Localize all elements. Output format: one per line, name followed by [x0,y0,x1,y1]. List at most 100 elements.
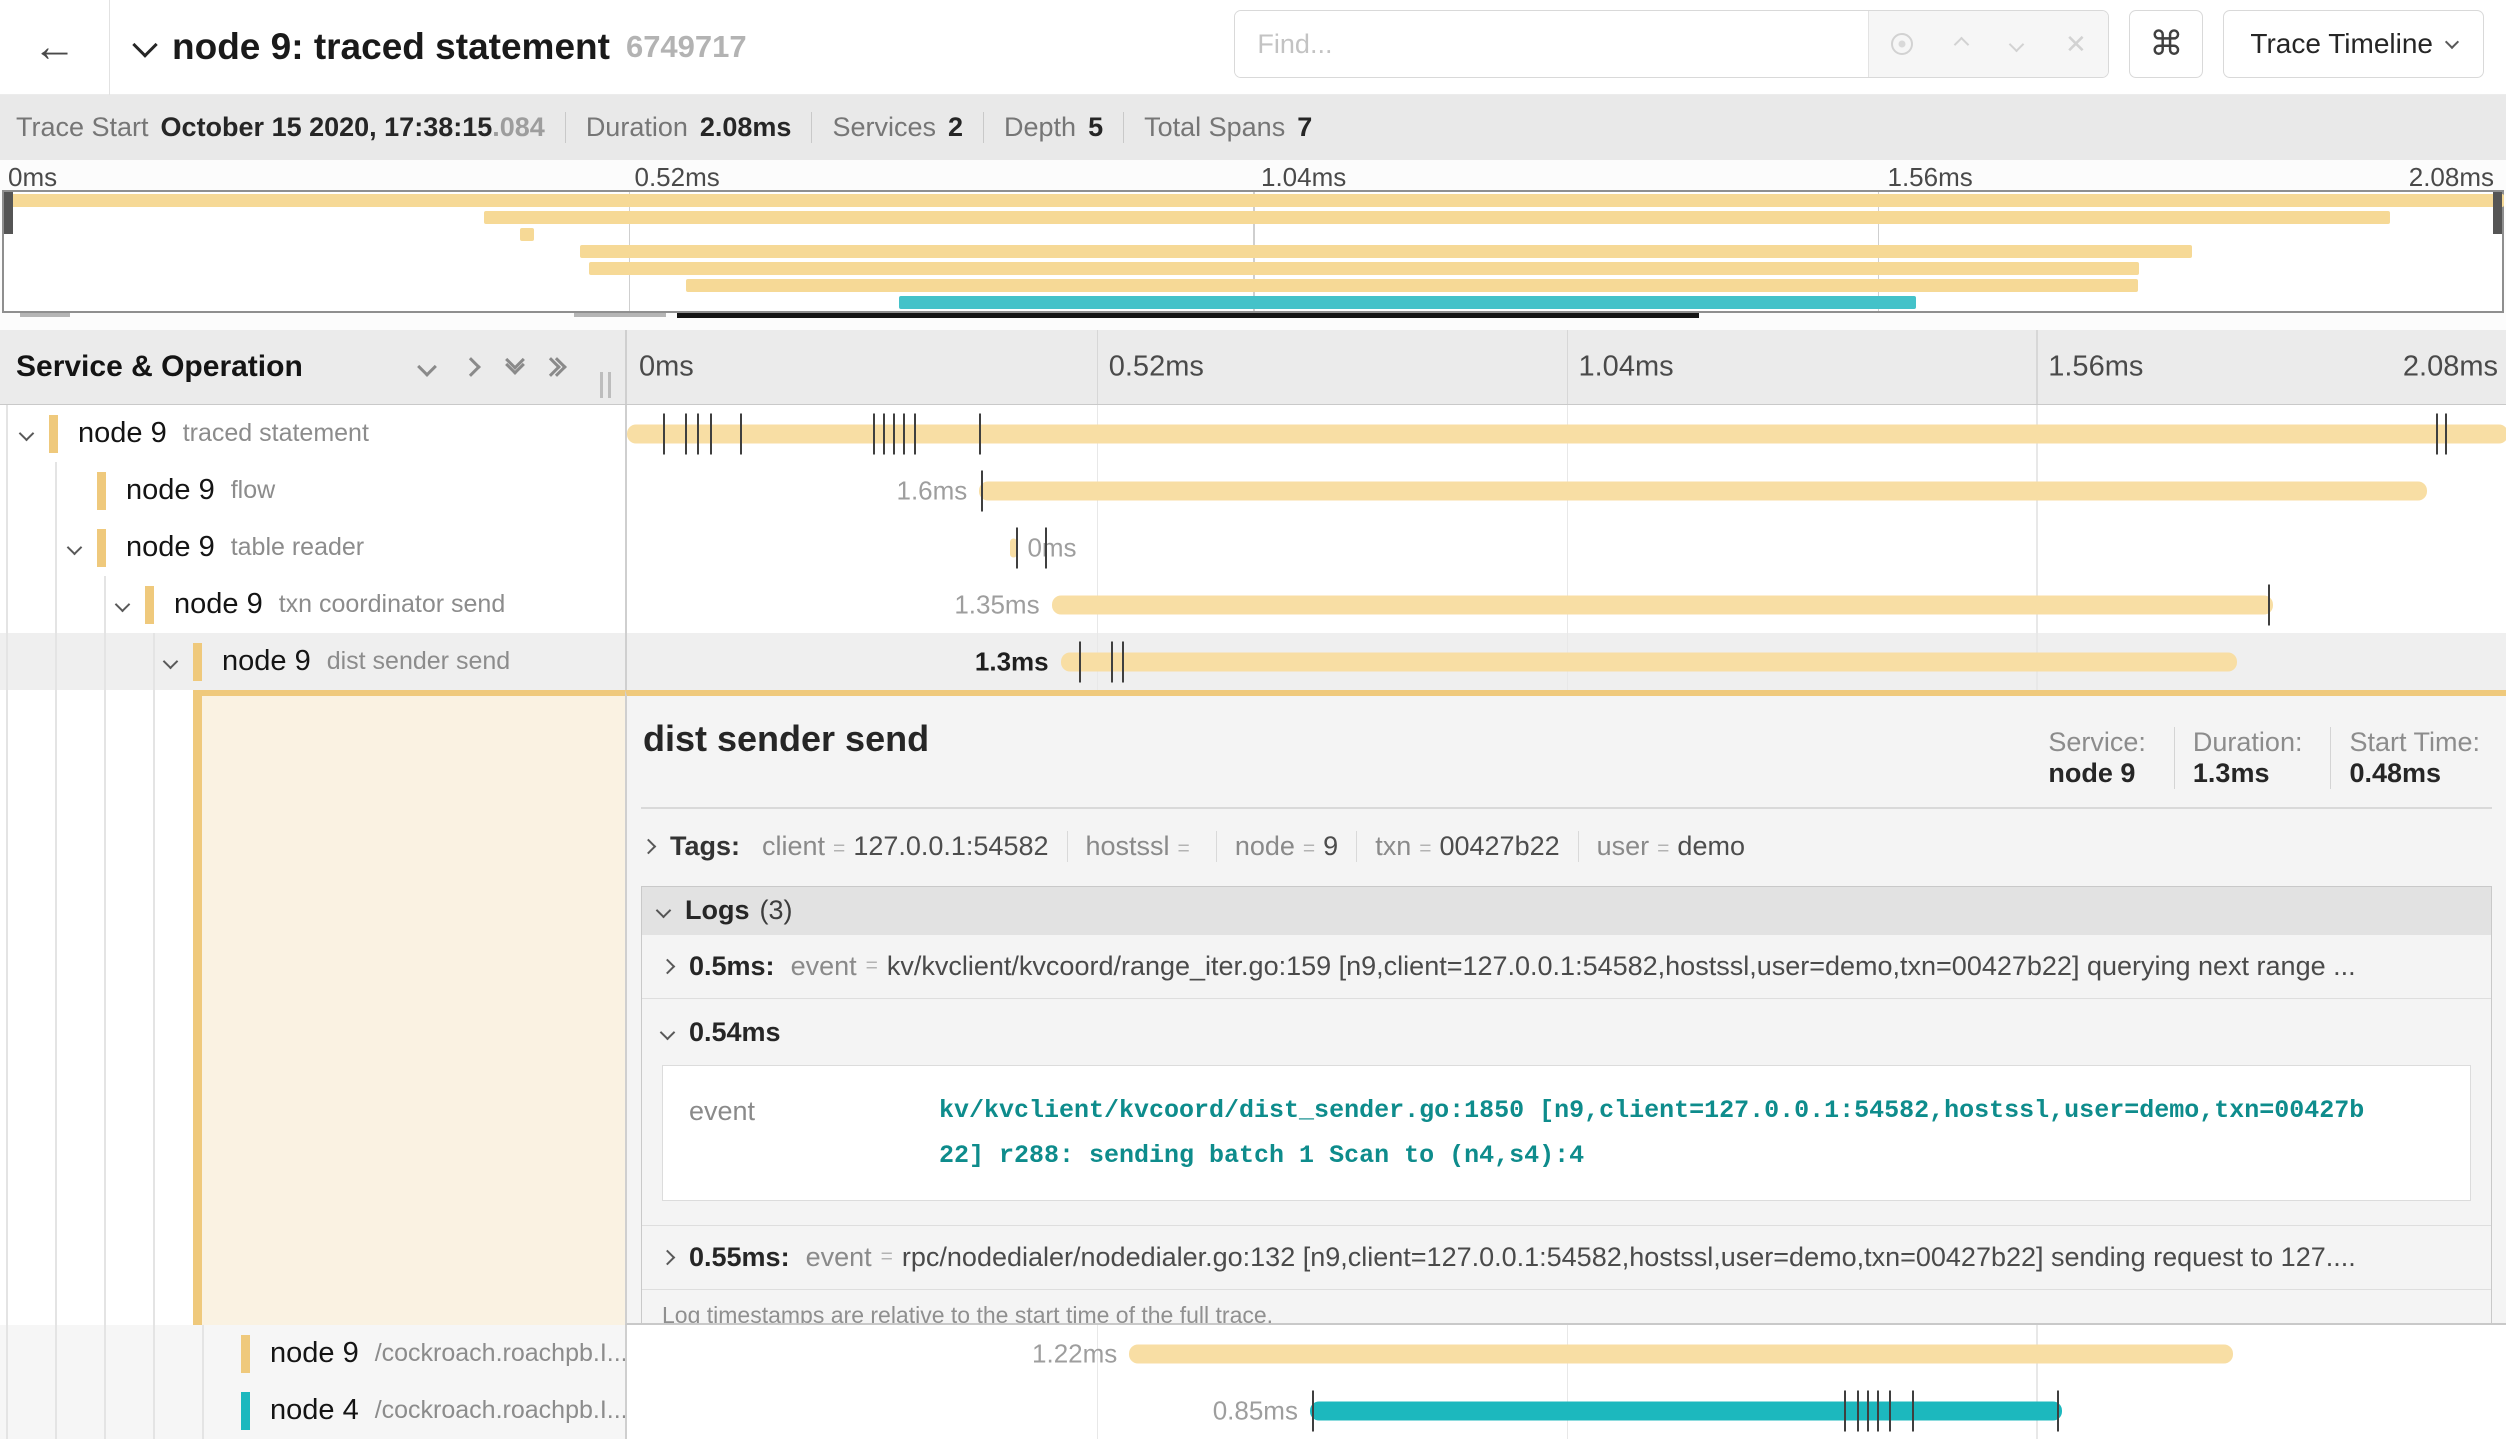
span-timeline-cell[interactable]: 1.35ms [625,576,2506,633]
expand-chevron-icon[interactable] [69,519,80,576]
span-detail-title: dist sender send [643,718,929,760]
span-row[interactable]: node 9table reader 0ms [0,519,2506,576]
span-service-name: node 9 [270,1337,359,1370]
column-resize-handle[interactable] [600,372,611,398]
span-service-name: node 4 [270,1394,359,1427]
ruler-label: 2.08ms [2403,351,2506,384]
span-color-swatch [97,529,106,567]
span-tree-cell[interactable]: node 9traced statement [0,405,625,462]
minimap-drag-handle-left[interactable] [4,192,13,234]
back-button[interactable]: ← [0,0,110,95]
span-service-name: node 9 [222,645,311,678]
collapse-trace-header-icon[interactable] [136,36,154,59]
next-match-icon[interactable] [2008,36,2024,52]
tags-label: Tags: [670,831,740,862]
tag-item: user=demo [1597,831,1763,862]
indent-guide [6,633,8,690]
trace-meta-item: Services2 [812,112,984,143]
meta-label: Start Time: [2349,727,2480,758]
span-row[interactable]: node 9traced statement [0,405,2506,462]
meta-label: Duration: [2193,727,2303,758]
span-timeline-cell[interactable]: 1.22ms [625,1325,2506,1382]
ruler-label: 0.52ms [1097,351,1204,384]
back-arrow-icon: ← [33,22,77,72]
indent-guide [104,1382,106,1439]
minimap-drag-handle-right[interactable] [2493,192,2502,234]
expand-chevron-icon[interactable] [165,633,176,690]
indent-guide [104,1325,106,1382]
log-marker-tick [2057,1390,2059,1431]
logs-title: Logs [685,895,750,926]
span-duration-label: 1.6ms [897,475,980,506]
span-timeline-cell[interactable]: 1.3ms [625,633,2506,690]
indent-guide [6,576,8,633]
span-tree-cell[interactable]: node 9table reader [0,519,625,576]
expand-one-icon[interactable] [461,357,481,377]
span-row[interactable]: node 9flow 1.6ms [0,462,2506,519]
span-service-name: node 9 [126,531,215,564]
indent-guide [55,690,57,1325]
log-marker-tick [873,413,875,454]
span-row[interactable]: node 9txn coordinator send1.35ms [0,576,2506,633]
meta-label: Services [832,112,936,143]
span-duration-label: 1.22ms [1032,1338,1129,1369]
span-row[interactable]: node 9dist sender send1.3ms [0,633,2506,690]
span-tree-cell[interactable]: node 4/cockroach.roachpb.I... [0,1382,625,1439]
span-detail-meta: Service:node 9Duration:1.3msStart Time:0… [2030,727,2490,789]
span-timeline-cell[interactable]: 0.85ms [625,1382,2506,1439]
log-marker-tick [2268,584,2270,625]
expand-all-icon[interactable] [552,360,564,374]
span-bar[interactable] [979,481,2426,500]
span-tree-cell[interactable]: node 9txn coordinator send [0,576,625,633]
tag-equals: = [833,837,845,861]
log-entry[interactable]: 0.55ms:event=rpc/nodedialer/nodedialer.g… [642,1226,2491,1290]
log-entry-header[interactable]: 0.54ms [662,1011,2471,1055]
log-marker-tick [914,413,916,454]
keyboard-shortcuts-button[interactable]: ⌘ [2129,10,2203,78]
span-row[interactable]: node 9/cockroach.roachpb.I... 1.22ms [0,1325,2506,1382]
span-timeline-cell[interactable] [625,405,2506,462]
ruler-gridline [1097,330,1099,404]
command-icon: ⌘ [2149,24,2183,64]
minimap-canvas[interactable] [2,190,2504,313]
collapse-one-icon[interactable] [417,357,437,377]
span-bar[interactable] [1129,1344,2233,1363]
span-tree-cell[interactable]: node 9dist sender send [0,633,625,690]
span-service-name: node 9 [174,588,263,621]
log-marker-tick [663,413,665,454]
span-duration-label: 0.85ms [1213,1395,1310,1426]
prev-match-icon[interactable] [1954,36,1970,52]
span-tree-cell[interactable]: node 9/cockroach.roachpb.I... [0,1325,625,1382]
span-bar[interactable] [627,424,2506,443]
log-marker-tick [1844,1390,1846,1431]
span-row[interactable]: node 4/cockroach.roachpb.I... 0.85ms [0,1382,2506,1439]
minimap-scroll-indicator[interactable] [677,313,1699,318]
span-bar[interactable] [1061,652,2237,671]
span-name-group: node 9table reader [97,519,364,576]
trace-view-selector[interactable]: Trace Timeline [2223,10,2484,78]
clear-find-icon[interactable]: ✕ [2065,31,2087,57]
span-bar[interactable] [1310,1401,2062,1420]
logs-header[interactable]: Logs (3) [642,887,2491,935]
span-bar[interactable] [1052,595,2274,614]
tag-key: txn [1375,831,1411,862]
log-marker-tick [1122,641,1124,682]
span-timeline-cell[interactable]: 0ms [625,519,2506,576]
collapse-all-icon[interactable] [508,362,522,372]
tags-row[interactable]: Tags: client=127.0.0.1:54582hostssl=node… [641,825,2492,872]
scope-to-match-icon[interactable] [1891,33,1913,55]
trace-meta-item: Total Spans7 [1124,112,1332,143]
log-marker-tick [685,413,687,454]
span-detail-panel: dist sender send Service:node 9Duration:… [625,690,2506,1325]
log-marker-tick [893,413,895,454]
minimap-span-bar [580,245,2191,258]
log-entry[interactable]: 0.5ms:event=kv/kvclient/kvcoord/range_it… [642,935,2491,999]
find-input[interactable] [1235,11,1868,77]
span-tree-cell[interactable]: node 9flow [0,462,625,519]
log-equals: = [866,954,878,978]
indent-guide [55,1325,57,1382]
expand-chevron-icon[interactable] [21,405,32,462]
expand-chevron-icon[interactable] [117,576,128,633]
span-timeline-cell[interactable]: 1.6ms [625,462,2506,519]
minimap-scroll-mark [574,313,666,317]
